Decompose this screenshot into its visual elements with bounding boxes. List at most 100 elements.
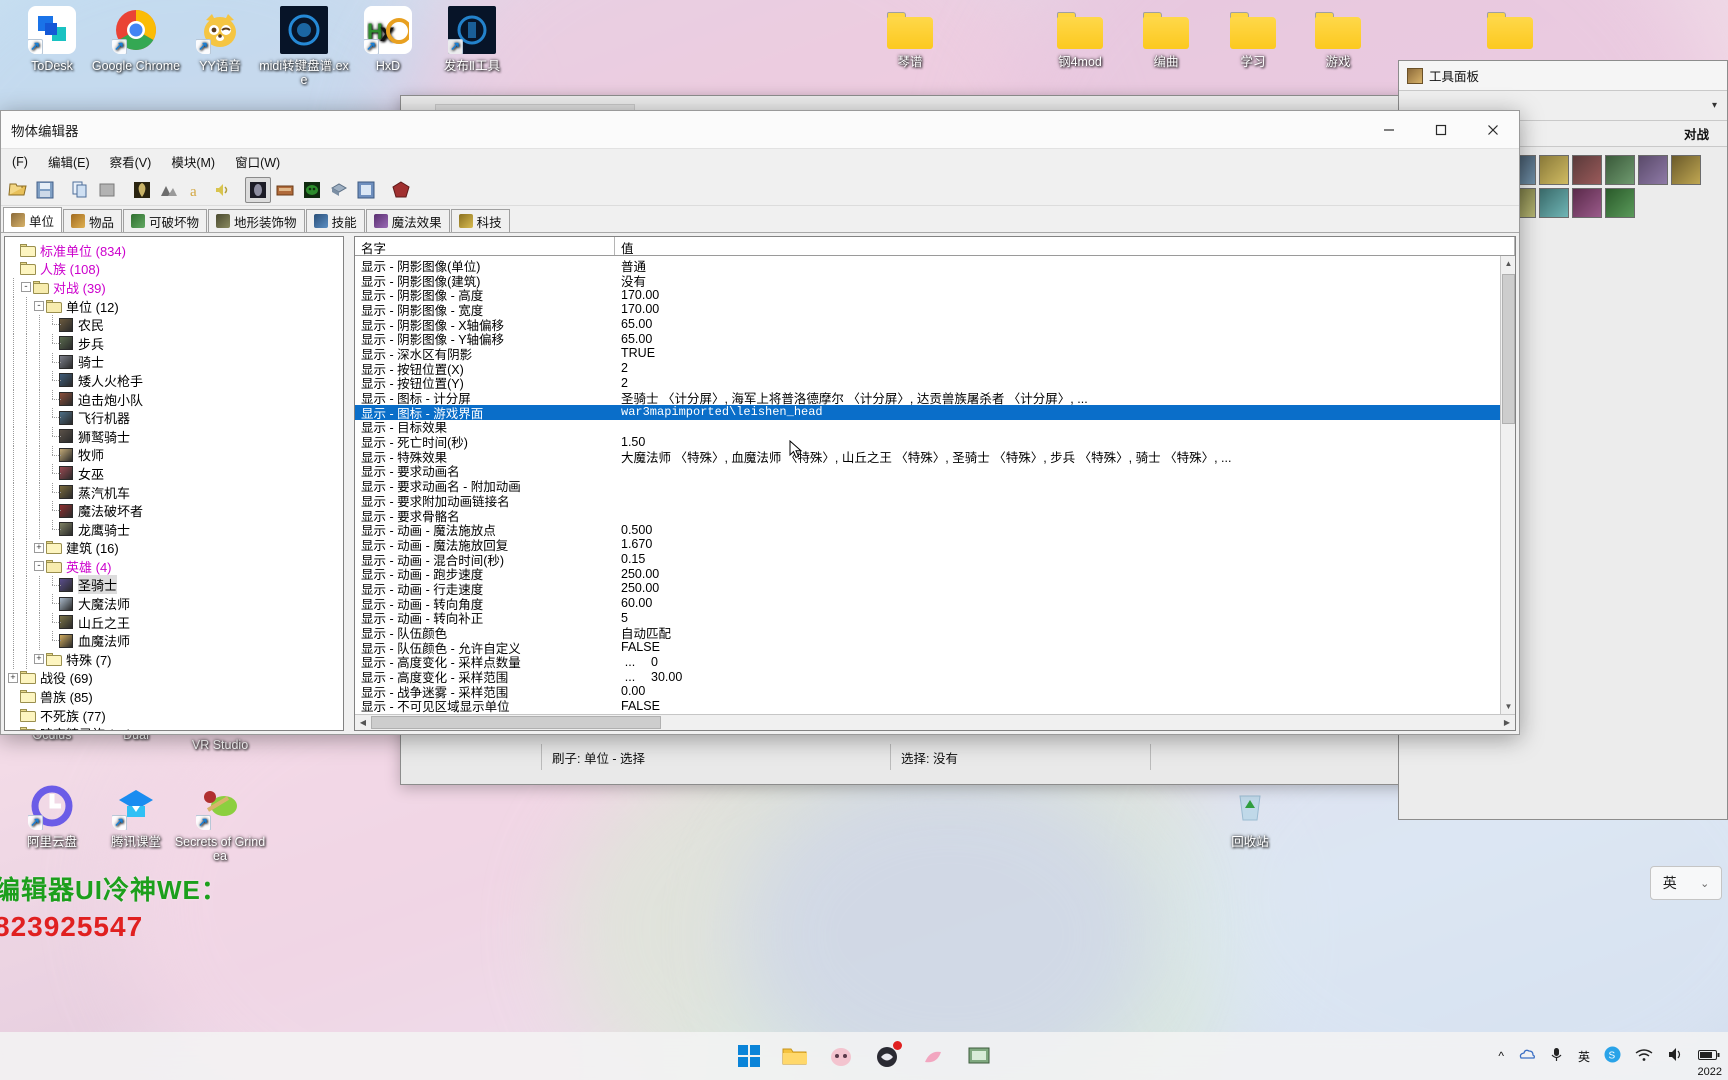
file-explorer-button[interactable] — [780, 1041, 810, 1071]
menu-module[interactable]: 模块(M) — [162, 149, 224, 174]
unit-swatch[interactable] — [1605, 188, 1635, 218]
chevron-down-icon[interactable]: ▾ — [1712, 100, 1717, 111]
taskbar-center-group[interactable] — [734, 1041, 994, 1071]
tree-item-unit[interactable]: 步兵 — [7, 333, 343, 353]
column-header-value[interactable]: 值 — [615, 237, 1515, 256]
tree-item-unit[interactable]: 圣骑士 — [7, 575, 343, 595]
horizontal-scroll-thumb[interactable] — [371, 716, 661, 729]
tree-item-unit[interactable]: 大魔法师 — [7, 594, 343, 613]
sound-editor-button[interactable] — [210, 177, 236, 203]
tree-item-folder[interactable]: 人族 (108) — [7, 260, 343, 279]
unit-swatch[interactable] — [1572, 188, 1602, 218]
tree-item-folder[interactable]: + 建筑 (16) — [7, 538, 343, 558]
desktop-icon-hxd[interactable]: Hx ↗ HxD — [340, 6, 436, 73]
app-icon-2[interactable] — [872, 1041, 902, 1071]
upgrade-editor-button[interactable] — [272, 177, 298, 203]
tree-item-folder[interactable]: + 战役 (69) — [7, 669, 343, 688]
tree-item-folder[interactable]: + 特殊 (7) — [7, 650, 343, 669]
column-header-name[interactable]: 名字 — [355, 237, 615, 256]
desktop-icon-vr-studio[interactable]: VR Studio — [172, 738, 268, 752]
tab-upgrades[interactable]: 科技 — [450, 209, 510, 232]
start-button[interactable] — [734, 1041, 764, 1071]
desktop-folder-xuexi[interactable]: 学习 — [1205, 6, 1301, 69]
system-tray[interactable]: ^ 英 S — [1498, 1046, 1720, 1066]
desktop-icon-chrome[interactable]: ↗ Google Chrome — [88, 6, 184, 73]
scroll-left-arrow-icon[interactable]: ◀ — [355, 715, 371, 730]
tab-units[interactable]: 单位 — [3, 207, 63, 232]
desktop-icon-publish-tool[interactable]: ↗ 发布Ⅱ工具 — [424, 6, 520, 73]
tree-expander[interactable]: - — [20, 278, 33, 297]
object-tree[interactable]: 标准单位 (834) 人族 (108) - 对战 (39) - 单位 (12) 农民 步兵 骑士… — [5, 237, 343, 730]
desktop-icon-secrets-of-grindea[interactable]: ↗ Secrets of Grindea — [172, 782, 268, 863]
tree-item-unit[interactable]: 山丘之王 — [7, 612, 343, 632]
destructible-editor-button[interactable]: a — [183, 177, 209, 203]
onedrive-icon[interactable] — [1518, 1046, 1535, 1066]
tree-item-folder[interactable]: - 对战 (39) — [7, 278, 343, 297]
unit-swatch[interactable] — [1671, 155, 1701, 185]
tree-item-folder[interactable]: 不死族 (77) — [7, 706, 343, 725]
tree-item-unit[interactable]: 狮鹫骑士 — [7, 426, 343, 446]
desktop-folder-bianqu[interactable]: 编曲 — [1118, 6, 1214, 69]
menu-edit[interactable]: 编辑(E) — [39, 149, 99, 174]
ime-mode-label[interactable]: 英 — [1663, 873, 1677, 893]
property-row[interactable]: 显示 - 不可见区域显示单位 FALSE — [355, 699, 1515, 714]
tree-item-unit[interactable]: 魔法破坏者 — [7, 501, 343, 520]
close-button[interactable] — [1467, 111, 1519, 149]
scroll-down-arrow-icon[interactable]: ▼ — [1501, 699, 1515, 714]
desktop-icon-aliyun-drive[interactable]: ↗ 阿里云盘 — [4, 782, 100, 849]
horizontal-scroll-track[interactable] — [371, 715, 1499, 730]
open-button[interactable] — [5, 177, 31, 203]
unit-swatch[interactable] — [1539, 155, 1569, 185]
toolbar[interactable]: a — [1, 174, 1519, 206]
unit-swatch[interactable] — [1539, 188, 1569, 218]
desktop-icon-tencent-classroom[interactable]: ↗ 腾讯课堂 — [88, 782, 184, 849]
desktop-folder-youxi[interactable]: 游戏 — [1290, 6, 1386, 69]
tab-abilities[interactable]: 技能 — [305, 209, 365, 232]
unit-swatch[interactable] — [1572, 155, 1602, 185]
tab-buffs[interactable]: 魔法效果 — [365, 209, 450, 232]
property-vertical-scrollbar[interactable]: ▲ ▼ — [1500, 256, 1515, 714]
tree-item-folder[interactable]: 暗夜精灵族 (78) — [7, 724, 343, 730]
tree-item-unit[interactable]: 蒸汽机车 — [7, 482, 343, 502]
mic-icon[interactable] — [1549, 1046, 1564, 1066]
vertical-scroll-thumb[interactable] — [1502, 274, 1515, 424]
tree-item-unit[interactable]: 迫击炮小队 — [7, 389, 343, 409]
save-button[interactable] — [32, 177, 58, 203]
menu-view[interactable]: 察看(V) — [101, 149, 161, 174]
unit-swatch[interactable] — [1605, 155, 1635, 185]
scroll-up-arrow-icon[interactable]: ▲ — [1501, 256, 1515, 271]
maximize-button[interactable] — [1415, 111, 1467, 149]
import-manager-button[interactable] — [353, 177, 379, 203]
scroll-right-arrow-icon[interactable]: ▶ — [1499, 715, 1515, 730]
property-horizontal-scrollbar[interactable]: ◀ ▶ — [355, 714, 1515, 730]
tab-destructibles[interactable]: 可破坏物 — [123, 209, 208, 232]
unit-editor-button[interactable] — [129, 177, 155, 203]
object-editor-window[interactable]: 物体编辑器 (F) 编辑(E) 察看(V) 模块(M) 窗口(W) a 单位 物… — [0, 110, 1520, 735]
tree-item-unit[interactable]: 女巫 — [7, 464, 343, 483]
desktop-icon-midi-converter[interactable]: midi转键盘谱.exe — [256, 6, 352, 87]
tree-item-folder[interactable]: 标准单位 (834) — [7, 241, 343, 260]
tree-item-unit[interactable]: 龙鹰骑士 — [7, 519, 343, 539]
property-rows-viewport[interactable]: 显示 - 阴影图像(单位) 普通 显示 - 阴影图像(建筑) 没有 显示 - 阴影图像 … — [355, 256, 1515, 714]
desktop-folder-gang4mod[interactable]: 钢4mod — [1032, 6, 1128, 69]
app-icon-1[interactable] — [826, 1041, 856, 1071]
paste-button[interactable] — [94, 177, 120, 203]
tree-item-folder[interactable]: - 单位 (12) — [7, 296, 343, 316]
terrain-editor-button[interactable] — [388, 177, 414, 203]
tree-item-unit[interactable]: 飞行机器 — [7, 408, 343, 427]
tree-item-folder[interactable]: - 英雄 (4) — [7, 557, 343, 576]
desktop-icon-todesk[interactable]: ↗ ToDesk — [4, 6, 100, 73]
desktop-folder-qinpu[interactable]: 琴谱 — [862, 6, 958, 69]
desktop-icon-yy-voice[interactable]: ↗ YY语音 — [172, 6, 268, 73]
object-editor-titlebar[interactable]: 物体编辑器 — [1, 111, 1519, 149]
sogou-icon[interactable]: S — [1604, 1046, 1621, 1066]
ime-extra-icon[interactable]: ⌄ — [1700, 877, 1709, 890]
tab-doodads[interactable]: 地形装饰物 — [208, 209, 305, 232]
object-type-tabs[interactable]: 单位 物品 可破坏物 地形装饰物 技能 魔法效果 科技 — [1, 206, 1519, 233]
panel-splitter[interactable] — [346, 236, 352, 731]
tree-expander[interactable]: - — [33, 557, 46, 576]
volume-icon[interactable] — [1667, 1047, 1684, 1065]
tree-item-unit[interactable]: 血魔法师 — [7, 631, 343, 651]
tree-expander[interactable]: + — [33, 539, 46, 558]
buff-editor-button[interactable] — [299, 177, 325, 203]
